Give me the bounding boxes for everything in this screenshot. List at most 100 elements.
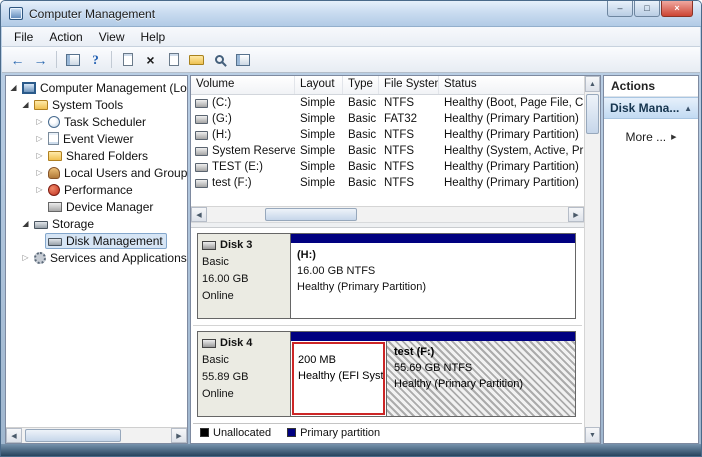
- expander-icon[interactable]: ▷: [34, 168, 45, 177]
- partition-size: 16.00 GB NTFS: [297, 265, 376, 277]
- volume-type: Basic: [348, 113, 377, 125]
- expander-icon[interactable]: ▷: [20, 253, 31, 262]
- unallocated-swatch: [200, 428, 209, 437]
- scroll-up-button[interactable]: ▲: [585, 76, 600, 92]
- tree-item-event-viewer[interactable]: ▷ Event Viewer: [6, 130, 187, 147]
- disk-management-actions-section[interactable]: Disk Mana... ▲: [604, 97, 698, 119]
- column-header-type[interactable]: Type: [343, 76, 379, 94]
- scroll-right-button[interactable]: ▶: [568, 207, 584, 222]
- disk-row-separator: [193, 325, 582, 326]
- window-bottom-frame: [1, 444, 701, 456]
- column-header-layout[interactable]: Layout: [295, 76, 343, 94]
- expander-icon[interactable]: ▷: [34, 117, 45, 126]
- window-view-button[interactable]: [232, 49, 253, 70]
- details-vertical-scrollbar[interactable]: ▲ ▼: [584, 76, 600, 443]
- scroll-right-button[interactable]: ▶: [171, 428, 187, 443]
- primary-partition-color-bar: [291, 234, 575, 243]
- tree-item-disk-management[interactable]: Disk Management: [6, 232, 187, 249]
- tree-item-shared-folders[interactable]: ▷ Shared Folders: [6, 147, 187, 164]
- volume-row[interactable]: (C:) Simple Basic NTFS Healthy (Boot, Pa…: [191, 95, 584, 111]
- maximize-button[interactable]: □: [634, 1, 660, 17]
- efi-partition-highlighted[interactable]: 200 MB Healthy (EFI Syst: [292, 342, 385, 415]
- scrollbar-thumb[interactable]: [586, 94, 599, 134]
- scrollbar-track[interactable]: [207, 207, 568, 222]
- users-icon: [48, 166, 60, 179]
- volume-icon: [195, 114, 208, 124]
- close-button[interactable]: ×: [661, 1, 693, 17]
- console-tree-icon: [65, 53, 80, 66]
- volume-row[interactable]: TEST (E:) Simple Basic NTFS Healthy (Pri…: [191, 159, 584, 175]
- expander-icon[interactable]: ◢: [20, 219, 31, 228]
- scrollbar-thumb[interactable]: [25, 429, 121, 442]
- show-console-tree-button[interactable]: [62, 49, 83, 70]
- partition-size: 200 MB: [298, 354, 336, 366]
- section-label: Disk Mana...: [610, 101, 680, 115]
- menu-file[interactable]: File: [6, 28, 41, 46]
- volume-name: (H:): [212, 129, 232, 141]
- column-header-file-system[interactable]: File System: [379, 76, 439, 94]
- performance-icon: [48, 183, 60, 196]
- tree-item-system-tools[interactable]: ◢ System Tools: [6, 96, 187, 113]
- export-list-button[interactable]: [117, 49, 138, 70]
- volume-icon: [195, 98, 208, 108]
- volume-status: Healthy (Primary Partition): [444, 161, 579, 173]
- submenu-arrow-icon: ▶: [671, 134, 677, 141]
- volume-name: (C:): [212, 97, 232, 109]
- open-folder-button[interactable]: [186, 49, 207, 70]
- tree-horizontal-scrollbar[interactable]: ◀ ▶: [6, 427, 187, 443]
- collapse-section-icon[interactable]: ▲: [684, 104, 692, 113]
- title-bar[interactable]: Computer Management – □ ×: [1, 1, 701, 27]
- scrollbar-track[interactable]: [22, 428, 171, 443]
- expander-icon[interactable]: ▷: [34, 151, 45, 160]
- expander-icon[interactable]: ▷: [34, 185, 45, 194]
- search-button[interactable]: [209, 49, 230, 70]
- scroll-down-button[interactable]: ▼: [585, 427, 600, 443]
- back-button[interactable]: ←: [7, 49, 28, 70]
- toolbar: ← → ? ×: [2, 47, 700, 73]
- tree-item-services-and-applications[interactable]: ▷ Services and Applications: [6, 249, 187, 266]
- tree-item-storage[interactable]: ◢ Storage: [6, 215, 187, 232]
- expander-icon[interactable]: ▷: [34, 134, 45, 143]
- volume-status: Healthy (System, Active, Pri...: [444, 145, 584, 157]
- partition-label: test (F:): [394, 346, 435, 358]
- tree-item-label: Computer Management (Local: [40, 80, 187, 95]
- more-actions-label: More ...: [625, 130, 667, 144]
- more-actions-item[interactable]: More ... ▶: [604, 127, 698, 147]
- volume-horizontal-scrollbar[interactable]: ◀ ▶: [191, 206, 584, 222]
- scrollbar-thumb[interactable]: [265, 208, 357, 221]
- disk-4-info[interactable]: Disk 4 Basic 55.89 GB Online: [197, 331, 291, 417]
- menu-help[interactable]: Help: [133, 28, 174, 46]
- disk-3-partition[interactable]: (H:) 16.00 GB NTFS Healthy (Primary Part…: [290, 233, 576, 319]
- scroll-left-button[interactable]: ◀: [191, 207, 207, 222]
- menu-view[interactable]: View: [91, 28, 133, 46]
- volume-status: Healthy (Primary Partition): [444, 129, 579, 141]
- column-header-status[interactable]: Status: [439, 76, 584, 94]
- help-button[interactable]: ?: [85, 49, 106, 70]
- scrollbar-track[interactable]: [585, 92, 600, 427]
- minimize-button[interactable]: –: [607, 1, 633, 17]
- forward-button[interactable]: →: [30, 49, 51, 70]
- delete-button[interactable]: ×: [140, 49, 161, 70]
- disk-3-info[interactable]: Disk 3 Basic 16.00 GB Online: [197, 233, 291, 319]
- tree-item-computer-management[interactable]: ◢ Computer Management (Local: [6, 79, 187, 96]
- volume-fs: NTFS: [384, 161, 415, 173]
- volume-row[interactable]: (H:) Simple Basic NTFS Healthy (Primary …: [191, 127, 584, 143]
- volume-row[interactable]: (G:) Simple Basic FAT32 Healthy (Primary…: [191, 111, 584, 127]
- volume-row[interactable]: test (F:) Simple Basic NTFS Healthy (Pri…: [191, 175, 584, 191]
- volume-status: Healthy (Primary Partition): [444, 113, 579, 125]
- tree-item-task-scheduler[interactable]: ▷ Task Scheduler: [6, 113, 187, 130]
- tree-item-local-users-and-groups[interactable]: ▷ Local Users and Groups: [6, 164, 187, 181]
- computer-management-icon: [9, 7, 23, 20]
- column-header-volume[interactable]: Volume: [191, 76, 295, 94]
- expander-icon[interactable]: ◢: [20, 100, 31, 109]
- device-icon: [48, 202, 62, 212]
- properties-button[interactable]: [163, 49, 184, 70]
- volume-row[interactable]: System Reserved Simple Basic NTFS Health…: [191, 143, 584, 159]
- tree-item-performance[interactable]: ▷ Performance: [6, 181, 187, 198]
- test-partition-selected[interactable]: test (F:) 55.69 GB NTFS Healthy (Primary…: [386, 341, 575, 416]
- menu-action[interactable]: Action: [41, 28, 90, 46]
- tree-item-device-manager[interactable]: Device Manager: [6, 198, 187, 215]
- disk-legend: Unallocated Primary partition: [193, 423, 582, 441]
- scroll-left-button[interactable]: ◀: [6, 428, 22, 443]
- expander-icon[interactable]: ◢: [8, 83, 19, 92]
